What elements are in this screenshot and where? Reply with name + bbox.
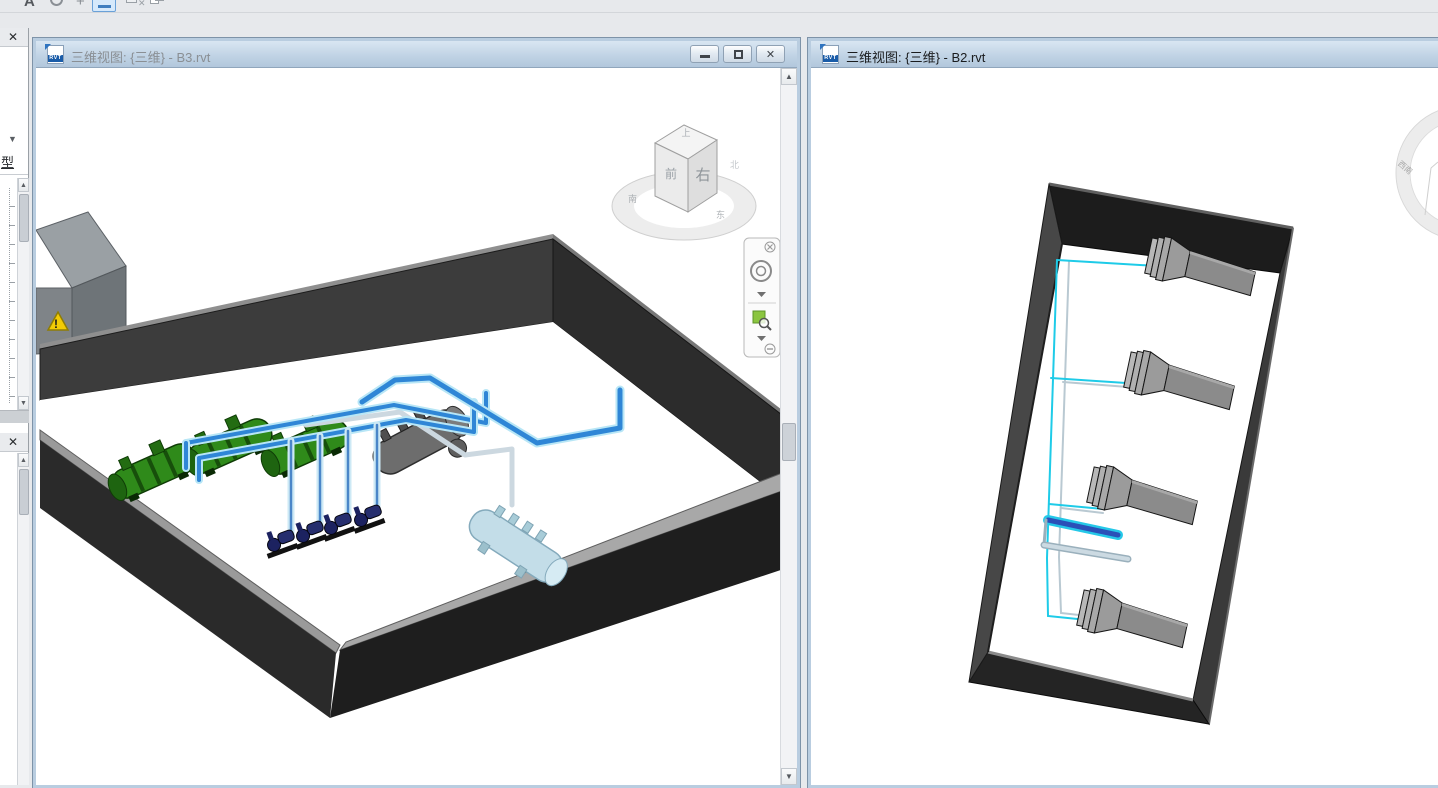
restore-button[interactable] <box>723 45 752 63</box>
compass-north-label: 北 <box>730 160 739 170</box>
type-selector-dropdown-icon[interactable]: ▼ <box>8 134 17 144</box>
3d-scene-b2[interactable]: 西南 <box>811 68 1438 785</box>
panel-resize-bar[interactable] <box>0 410 29 423</box>
viewcube-compass-partial[interactable]: 西南 <box>1396 106 1438 240</box>
b3-vertical-scrollbar[interactable]: ▲ ▼ <box>780 68 797 785</box>
text-tool-icon[interactable]: A <box>24 0 40 12</box>
window-b2-title: 三维视图: {三维} - B2.rvt <box>846 47 985 66</box>
scroll-up-button[interactable]: ▲ <box>18 178 29 192</box>
compass-east-label: 东 <box>716 209 725 220</box>
close-hidden-windows-icon[interactable]: ✕ <box>126 0 148 12</box>
view-canvas-b2[interactable]: 西南 <box>811 68 1438 785</box>
ribbon-strip: A + ✕ <box>0 0 1438 38</box>
project-browser-panel: ✕ ▲ <box>0 433 29 785</box>
scroll-down-button[interactable]: ▼ <box>781 768 797 785</box>
scroll-up-button[interactable]: ▲ <box>781 68 797 85</box>
viewcube-right-label: 右 <box>695 167 710 184</box>
viewcube[interactable]: 南 东 北 上 前 右 <box>612 125 756 240</box>
cascade-windows-icon[interactable] <box>150 0 168 12</box>
properties-panel: ✕ ▼ 型 ▲ ▼ <box>0 28 29 433</box>
3d-scene-b3[interactable]: ! <box>36 68 780 785</box>
scrollbar-thumb[interactable] <box>19 194 29 242</box>
scrollbar-thumb[interactable] <box>19 469 29 515</box>
rvt-file-icon: RVT <box>822 45 839 64</box>
viewcube-front-label: 前 <box>665 166 677 181</box>
edit-type-link[interactable]: 型 <box>1 152 14 171</box>
scrollbar-thumb[interactable] <box>782 423 796 461</box>
scroll-up-button[interactable]: ▲ <box>18 453 29 467</box>
svg-text:!: ! <box>54 317 58 331</box>
scroll-down-button[interactable]: ▼ <box>18 396 29 410</box>
properties-panel-close-icon[interactable]: ✕ <box>8 30 18 44</box>
window-b3-title: 三维视图: {三维} - B3.rvt <box>71 47 210 66</box>
view-canvas-b3[interactable]: ! <box>36 68 797 785</box>
compass-south-label: 南 <box>628 193 637 204</box>
navigation-bar[interactable] <box>744 238 780 357</box>
add-tool-icon[interactable]: + <box>76 0 90 12</box>
close-button[interactable]: ✕ <box>756 45 785 63</box>
minimize-button[interactable] <box>690 45 719 63</box>
circle-tool-icon[interactable] <box>50 0 66 12</box>
window-b3: RVT 三维视图: {三维} - B3.rvt ✕ ! <box>33 38 800 788</box>
window-b3-titlebar[interactable]: RVT 三维视图: {三维} - B3.rvt ✕ <box>36 41 797 68</box>
viewcube-top-label: 上 <box>681 128 690 138</box>
window-b2-titlebar[interactable]: RVT 三维视图: {三维} - B2.rvt <box>811 41 1438 68</box>
rvt-file-icon: RVT <box>47 45 64 64</box>
window-b2: RVT 三维视图: {三维} - B2.rvt <box>808 38 1438 788</box>
properties-scrollbar[interactable]: ▲ ▼ <box>17 178 29 410</box>
browser-panel-close-icon[interactable]: ✕ <box>8 435 18 449</box>
active-tool-icon[interactable] <box>92 0 118 12</box>
browser-scrollbar[interactable]: ▲ <box>17 453 29 785</box>
